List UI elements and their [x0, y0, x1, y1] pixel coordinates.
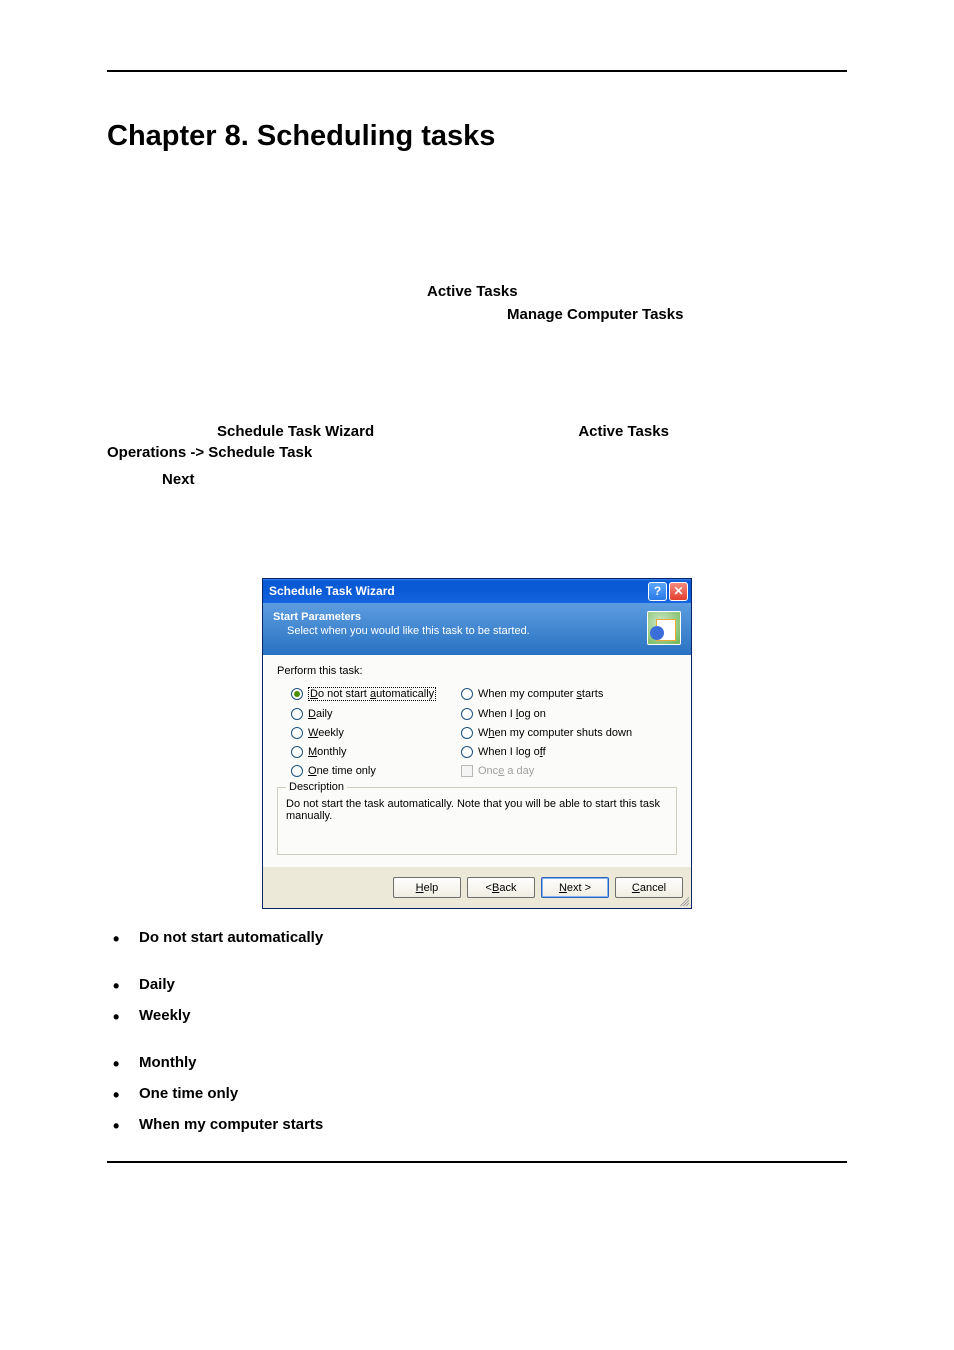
text-schedule-task-wizard: Schedule Task Wizard [217, 423, 374, 440]
wizard-header: Start Parameters Select when you would l… [263, 603, 691, 655]
text-active-tasks-2: Active Tasks [578, 423, 669, 440]
radio-do-not-start-automatically[interactable]: Do not start automatically [291, 687, 461, 701]
radio-when-log-on[interactable]: When I log on [461, 708, 641, 720]
checkbox-icon [461, 765, 473, 777]
radio-weekly[interactable]: Weekly [291, 727, 461, 739]
title-help-button[interactable]: ? [648, 582, 667, 601]
radio-monthly[interactable]: Monthly [291, 746, 461, 758]
bottom-divider [107, 1161, 847, 1163]
top-divider [107, 70, 847, 72]
bullet-one-time-only: One time only [107, 1085, 847, 1102]
radio-when-log-off[interactable]: When I log off [461, 746, 641, 758]
radio-icon [291, 765, 303, 777]
bullet-daily: Daily [107, 976, 847, 993]
window-title: Schedule Task Wizard [269, 584, 646, 598]
help-button[interactable]: Help [393, 877, 461, 898]
text-next: Next [162, 471, 847, 488]
resize-grip-icon[interactable] [677, 894, 689, 906]
bullet-weekly: Weekly [107, 1007, 847, 1024]
title-close-button[interactable]: ✕ [669, 582, 688, 601]
radio-icon [461, 708, 473, 720]
radio-icon [461, 688, 473, 700]
wizard-header-subtitle: Select when you would like this task to … [287, 625, 681, 637]
radio-when-computer-shuts-down[interactable]: When my computer shuts down [461, 727, 641, 739]
text-manage-computer-tasks: Manage Computer Tasks [507, 306, 847, 323]
title-bar[interactable]: Schedule Task Wizard ? ✕ [263, 579, 691, 603]
schedule-icon [647, 611, 681, 645]
text-active-tasks: Active Tasks [427, 283, 847, 300]
radio-daily[interactable]: Daily [291, 708, 461, 720]
bullet-list: Do not start automatically Daily Weekly … [107, 929, 847, 1133]
back-button[interactable]: < Back [467, 877, 535, 898]
bullet-do-not-start: Do not start automatically [107, 929, 847, 946]
radio-one-time-only[interactable]: One time only [291, 765, 461, 777]
radio-icon [461, 746, 473, 758]
page-title: Chapter 8. Scheduling tasks [107, 120, 847, 153]
radio-icon [291, 708, 303, 720]
cancel-button[interactable]: Cancel [615, 877, 683, 898]
bullet-monthly: Monthly [107, 1054, 847, 1071]
wizard-header-title: Start Parameters [273, 611, 681, 623]
button-row: Help < Back Next > Cancel [263, 867, 691, 908]
radio-icon [291, 688, 303, 700]
radio-icon [291, 746, 303, 758]
radio-when-computer-starts[interactable]: When my computer starts [461, 687, 641, 701]
schedule-task-wizard-dialog: Schedule Task Wizard ? ✕ Start Parameter… [262, 578, 692, 909]
line-schedule-wizard: Schedule Task Wizard Active Tasks [107, 423, 847, 440]
description-group: Description Do not start the task automa… [277, 787, 677, 855]
wizard-body: Perform this task: Do not start automati… [263, 655, 691, 867]
description-group-label: Description [286, 781, 347, 793]
radio-icon [461, 727, 473, 739]
next-button[interactable]: Next > [541, 877, 609, 898]
checkbox-once-a-day: Once a day [461, 765, 641, 777]
bullet-when-computer-starts: When my computer starts [107, 1116, 847, 1133]
text-operations-schedule-task: Operations -> Schedule Task [107, 444, 847, 461]
perform-task-label: Perform this task: [277, 665, 677, 677]
radio-grid: Do not start automatically When my compu… [291, 687, 677, 777]
radio-icon [291, 727, 303, 739]
description-text: Do not start the task automatically. Not… [286, 798, 668, 822]
